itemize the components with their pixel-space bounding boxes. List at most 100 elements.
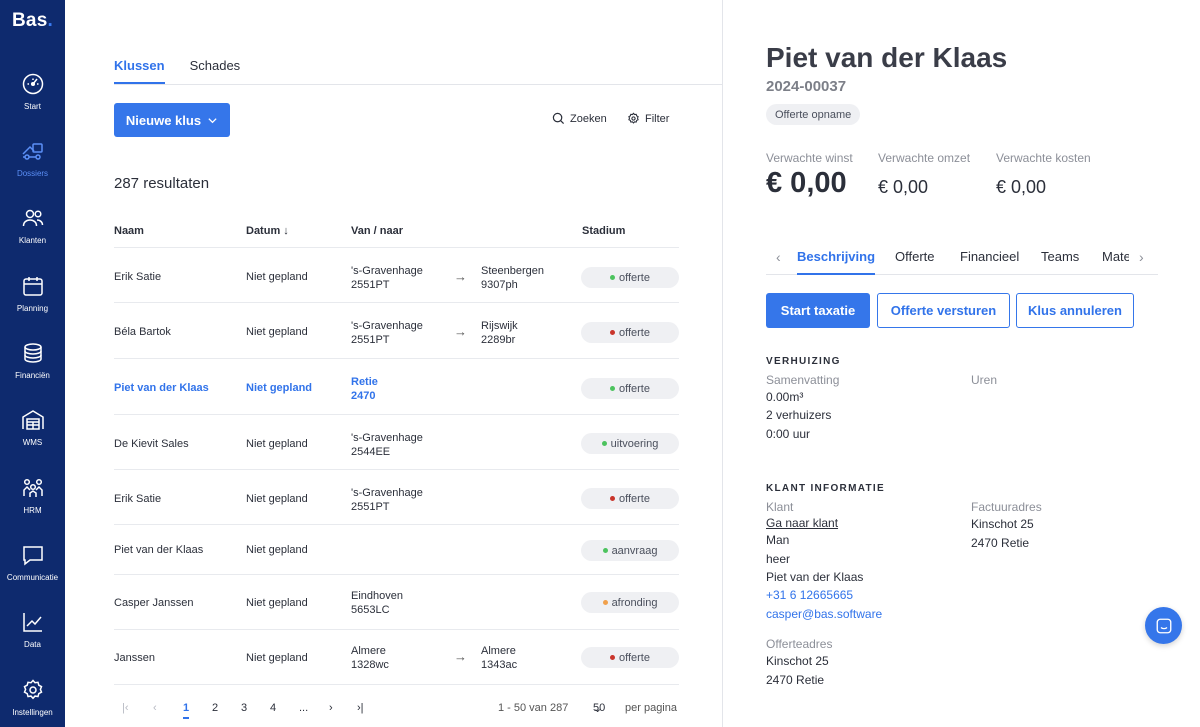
status-badge: uitvoering [581,433,679,454]
row-from: Almere 1328wc [351,645,389,671]
sidebar-item-hrm[interactable]: HRM [0,476,65,536]
metric-label-profit: Verwachte winst [766,151,853,165]
gear-icon [23,679,42,700]
row-from: Eindhoven 5653LC [351,590,403,616]
row-name: Erik Satie [114,493,162,505]
sidebar-item-communicatie[interactable]: Communicatie [0,543,65,603]
column-header-date-label: Datum [246,225,281,237]
first-page-icon[interactable]: |‹ [122,702,129,714]
sidebar-item-dossiers[interactable]: Dossiers [0,139,65,199]
sidebar-item-label: Start [24,102,41,111]
new-job-label: Nieuwe klus [125,112,202,128]
row-date: Niet gepland [246,326,308,338]
row-from: 's-Gravenhage 2551PT [351,265,423,291]
sidebar-item-planning[interactable]: Planning [0,274,65,334]
start-taxatie-button[interactable]: Start taxatie [766,293,870,328]
chevron-down-icon: ⌄ [593,703,603,715]
section-title-klant: KLANT INFORMATIE [766,483,885,494]
search-icon [552,112,565,125]
status-badge: afronding [581,592,679,613]
page-1[interactable]: 1 [183,702,190,719]
sidebar-item-start[interactable]: Start [0,72,65,132]
next-page-icon[interactable]: › [329,702,333,714]
tab-materiaal[interactable]: Mate [1102,249,1129,273]
tab-offerte[interactable]: Offerte [895,249,935,273]
row-name: De Kievit Sales [114,438,189,450]
page-range: 1 - 50 van 287 [498,702,569,714]
column-header-route: Van / naar [351,225,403,237]
table-row[interactable]: Casper Janssen Niet gepland Eindhoven 565… [114,574,679,629]
truck-icon [21,143,43,160]
sidebar-item-label: Financiën [15,371,50,380]
quote-address-label: Offerteadres [766,637,833,651]
detail-tabs: Beschrijving Offerte Financieel Teams Ma… [766,249,1158,275]
app-logo[interactable]: Bas. [12,10,53,32]
sidebar-item-label: Instellingen [12,708,53,717]
table-row[interactable]: Janssen Niet gepland Almere 1328wc → Alme… [114,629,679,685]
filter-button[interactable]: Filter [627,112,669,125]
row-date: Niet gepland [246,271,308,283]
arrow-right-icon: → [454,649,467,664]
tabs-divider [114,84,722,85]
page-3[interactable]: 3 [241,702,247,714]
gauge-icon [22,73,43,95]
row-date: Niet gepland [246,493,308,505]
sidebar-item-klanten[interactable]: Klanten [0,206,65,266]
tab-financieel[interactable]: Financieel [960,249,1019,273]
coins-icon [23,343,42,363]
send-quote-button[interactable]: Offerte versturen [877,293,1010,328]
row-from: 's-Gravenhage 2551PT [351,320,423,346]
new-job-button[interactable]: Nieuwe klus [114,103,230,137]
tab-teams[interactable]: Teams [1041,249,1079,273]
page-2[interactable]: 2 [212,702,218,714]
status-badge: offerte [581,647,679,668]
row-to: Almere 1343ac [481,645,518,671]
row-name: Piet van der Klaas [114,382,209,394]
sidebar-item-wms[interactable]: WMS [0,408,65,468]
table-row[interactable]: Erik Satie Niet gepland 's-Gravenhage 255… [114,469,679,524]
results-count: 287 resultaten [114,175,210,192]
column-header-stage: Stadium [582,225,626,237]
go-to-client-link[interactable]: Ga naar klant [766,516,838,530]
chat-icon [22,546,43,566]
metric-label-costs: Verwachte kosten [996,151,1091,165]
support-chat-button[interactable] [1145,607,1182,644]
column-header-name[interactable]: Naam [114,225,144,237]
row-date: Niet gepland [246,597,308,609]
metric-label-revenue: Verwachte omzet [878,151,971,165]
sidebar-item-label: Klanten [18,236,47,245]
sidebar-item-label: HRM [23,506,42,515]
tab-klussen[interactable]: Klussen [114,58,165,84]
filter-label: Filter [645,112,670,125]
table-row[interactable]: De Kievit Sales Niet gepland 's-Gravenha… [114,414,679,469]
quote-address-city: 2470 Retie [766,673,825,687]
sidebar-item-financien[interactable]: Financiën [0,341,65,401]
chevron-down-icon [208,117,217,123]
page-4[interactable]: 4 [270,702,276,714]
table-row[interactable]: Béla Bartok Niet gepland 's-Gravenhage 25… [114,302,679,358]
search-button[interactable]: Zoeken [552,112,607,125]
cancel-job-button[interactable]: Klus annuleren [1016,293,1134,328]
client-email-link[interactable]: casper@bas.software [766,607,882,621]
row-to: Steenbergen 9307ph [481,265,544,291]
chart-line-icon [22,613,42,632]
search-label: Zoeken [570,112,607,125]
client-phone-link[interactable]: +31 6 12665665 [766,588,853,602]
users-icon [22,209,43,227]
section-title-verhuizing: VERHUIZING [766,356,841,367]
status-badge: aanvraag [581,540,679,561]
sidebar-item-data[interactable]: Data [0,610,65,670]
row-name: Casper Janssen [114,597,194,609]
prev-page-icon[interactable]: ‹ [153,702,157,714]
table-row[interactable]: Piet van der Klaas Niet gepland Retie 247… [114,358,679,414]
tab-schades[interactable]: Schades [190,58,241,84]
last-page-icon[interactable]: ›| [357,702,364,714]
tab-beschrijving[interactable]: Beschrijving [797,249,876,275]
row-from: 's-Gravenhage 2544EE [351,432,423,458]
table-row[interactable]: Erik Satie Niet gepland 's-Gravenhage 255… [114,247,679,302]
table-row[interactable]: Piet van der Klaas Niet gepland aanvraag [114,524,679,574]
status-badge: Offerte opname [766,104,861,125]
column-header-date[interactable]: Datum ↓ [246,225,289,237]
sidebar-item-instellingen[interactable]: Instellingen [0,678,65,727]
gear-icon [628,112,639,124]
